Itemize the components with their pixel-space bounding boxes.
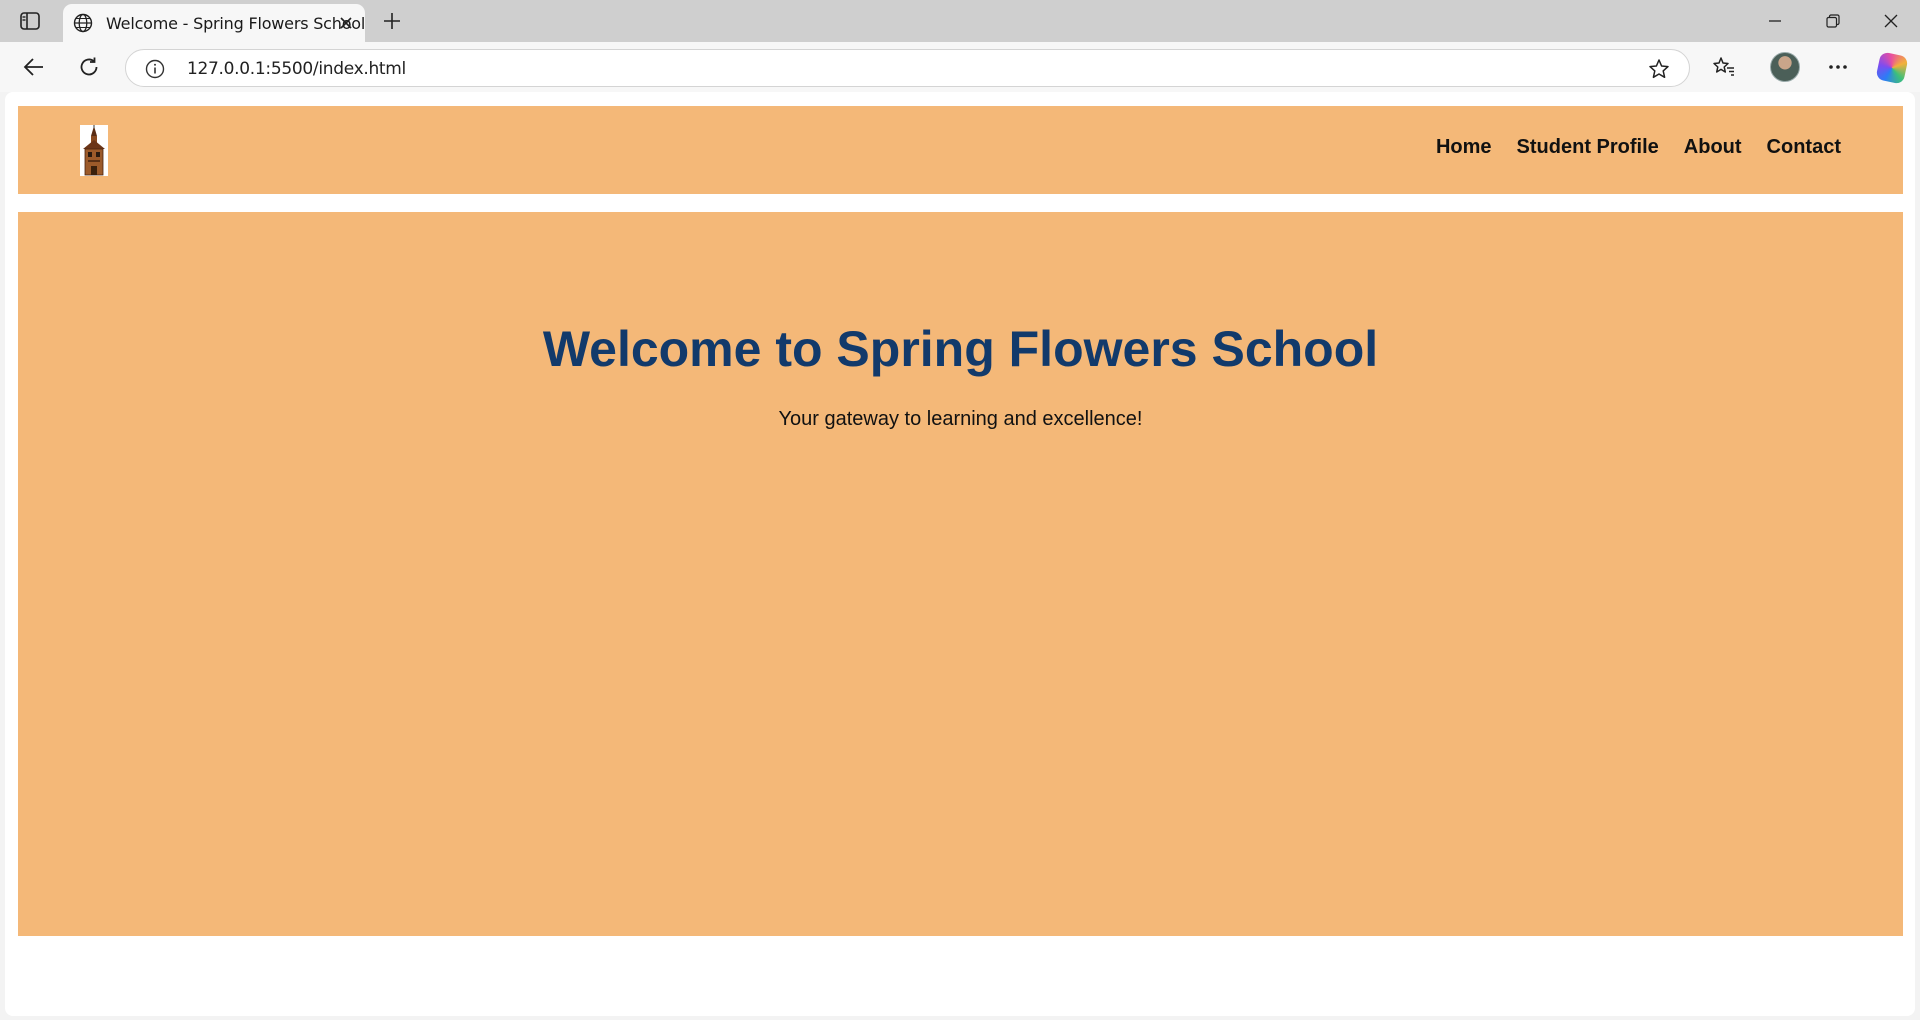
restore-icon[interactable] (1804, 0, 1862, 42)
favorites-icon[interactable] (1708, 51, 1740, 83)
browser-tab[interactable]: Welcome - Spring Flowers School (63, 4, 365, 42)
more-icon[interactable] (1822, 51, 1854, 83)
avatar[interactable] (1770, 52, 1800, 82)
hero-title: Welcome to Spring Flowers School (542, 321, 1379, 377)
copilot-icon[interactable] (1875, 51, 1909, 85)
minimize-icon[interactable] (1746, 0, 1804, 42)
nav-student-profile[interactable]: Student Profile (1517, 136, 1659, 159)
info-icon[interactable] (144, 58, 166, 80)
page-viewport: Home Student Profile About Contact Welco… (5, 92, 1915, 1016)
plus-icon[interactable] (380, 9, 404, 33)
nav-about[interactable]: About (1684, 136, 1742, 159)
refresh-icon[interactable] (73, 51, 105, 83)
main-nav: Home Student Profile About Contact (1436, 136, 1841, 159)
star-icon[interactable] (1647, 57, 1671, 81)
nav-home[interactable]: Home (1436, 136, 1492, 159)
school-logo[interactable] (80, 125, 108, 176)
sidebar-toggle-icon[interactable] (18, 9, 42, 33)
address-bar[interactable]: 127.0.0.1:5500/index.html (125, 49, 1690, 87)
window-close-icon[interactable] (1862, 0, 1920, 42)
globe-icon (73, 12, 93, 34)
hero-subtitle: Your gateway to learning and excellence! (778, 408, 1143, 430)
hero-section: Welcome to Spring Flowers School Your ga… (18, 212, 1903, 936)
browser-toolbar: 127.0.0.1:5500/index.html (0, 42, 1920, 92)
site-header: Home Student Profile About Contact (18, 106, 1903, 194)
back-icon[interactable] (18, 51, 50, 83)
tab-title: Welcome - Spring Flowers School (106, 13, 366, 33)
url-text: 127.0.0.1:5500/index.html (187, 59, 406, 79)
nav-contact[interactable]: Contact (1767, 136, 1841, 159)
close-icon[interactable] (337, 14, 355, 32)
browser-tabbar: Welcome - Spring Flowers School (0, 0, 1920, 42)
